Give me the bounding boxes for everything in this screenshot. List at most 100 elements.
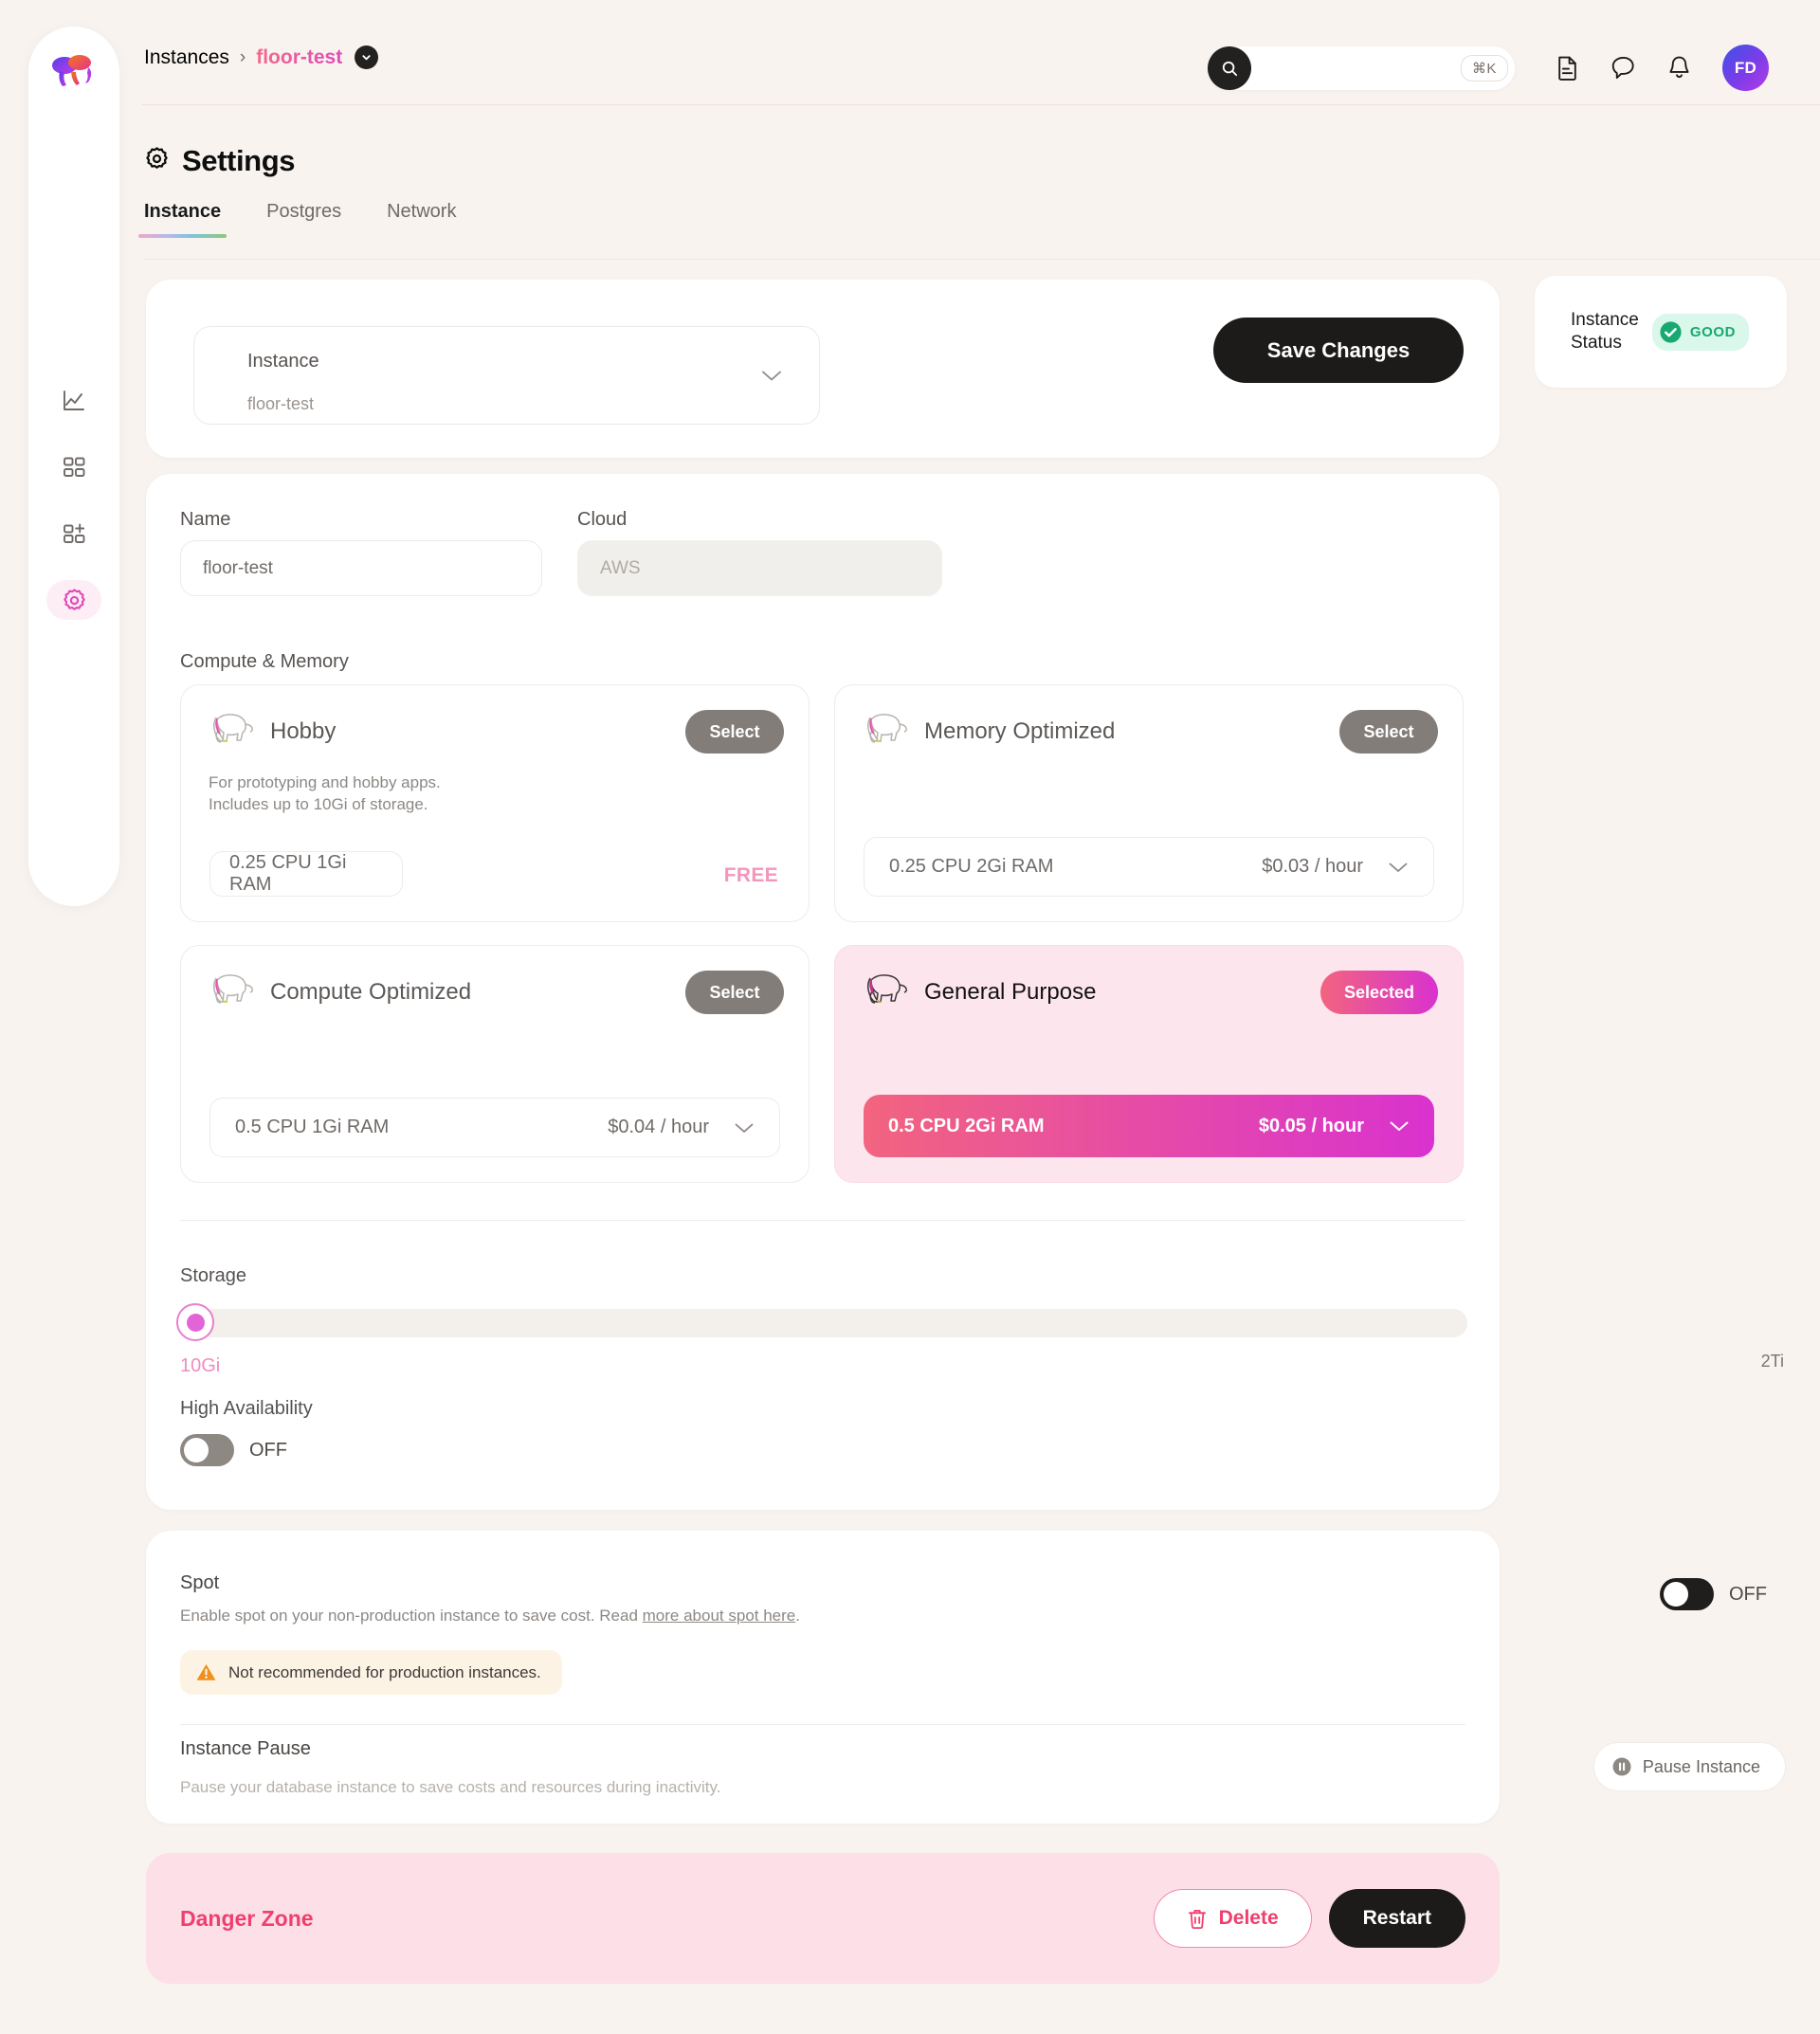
status-badge-text: GOOD (1689, 323, 1737, 340)
sidebar-item-new-instance[interactable] (46, 514, 101, 554)
sidebar (28, 27, 119, 906)
instance-status-card: Instance Status GOOD (1535, 276, 1787, 388)
storage-max-label: 2Ti (1760, 1352, 1784, 1371)
breadcrumb: Instances › floor-test (144, 45, 379, 69)
chevron-down-icon (760, 369, 783, 388)
plan-price: $0.05 / hour (1258, 1115, 1364, 1136)
spot-toggle-row: OFF (1660, 1578, 1767, 1610)
danger-zone-title: Danger Zone (180, 1905, 314, 1931)
instance-select-label: Instance (247, 351, 319, 372)
chevron-down-icon[interactable] (734, 1121, 755, 1135)
tab-postgres[interactable]: Postgres (266, 201, 341, 238)
search-box[interactable]: ⌘K (1208, 46, 1515, 90)
plan-name: General Purpose (924, 979, 1097, 1005)
chevron-down-icon[interactable] (1388, 861, 1409, 874)
page-title-text: Settings (182, 144, 296, 177)
breadcrumb-separator: › (239, 46, 246, 67)
elephant-icon (858, 969, 911, 1016)
plan-select-button[interactable]: Selected (1320, 971, 1438, 1014)
sidebar-item-analytics[interactable] (46, 381, 101, 421)
search-icon[interactable] (1208, 46, 1251, 90)
cloud-label: Cloud (577, 509, 628, 530)
delete-button[interactable]: Delete (1153, 1889, 1312, 1948)
status-badge: GOOD (1651, 313, 1750, 351)
breadcrumb-current[interactable]: floor-test (256, 46, 342, 69)
tab-network[interactable]: Network (387, 201, 456, 238)
plan-description: For prototyping and hobby apps. Includes… (209, 773, 441, 813)
chevron-down-icon[interactable] (355, 45, 379, 69)
spot-toggle-state: OFF (1729, 1583, 1767, 1605)
storage-slider-thumb[interactable] (176, 1303, 214, 1341)
plan-card-hobby[interactable]: Hobby Select For prototyping and hobby a… (180, 684, 810, 922)
instance-status-label: Instance Status (1571, 309, 1639, 353)
chat-bubble-icon[interactable] (1611, 55, 1636, 81)
spot-link[interactable]: more about spot here (643, 1607, 796, 1625)
name-field[interactable] (180, 540, 542, 596)
restart-button[interactable]: Restart (1328, 1889, 1465, 1948)
plan-price: FREE (723, 864, 778, 886)
plan-card-compute-optimized[interactable]: Compute Optimized Select 0.5 CPU 1Gi RAM… (180, 945, 810, 1183)
storage-slider-track[interactable] (182, 1309, 1467, 1337)
instance-selector-card: Instance floor-test Save Changes (146, 280, 1500, 458)
instance-settings-card: Name Cloud Compute & Memory Hobby Select… (146, 474, 1500, 1510)
plan-price: $0.03 / hour (1262, 856, 1363, 877)
plan-select-button[interactable]: Select (685, 971, 784, 1014)
elephant-logo[interactable] (49, 51, 99, 95)
delete-label: Delete (1218, 1907, 1279, 1929)
plan-select-button[interactable]: Select (1339, 710, 1438, 754)
trash-icon (1187, 1908, 1208, 1930)
bell-icon[interactable] (1666, 55, 1692, 81)
check-circle-icon (1658, 319, 1684, 345)
document-icon[interactable] (1555, 55, 1580, 81)
pause-instance-button[interactable]: Pause Instance (1592, 1742, 1786, 1791)
spot-warning-banner: Not recommended for production instances… (180, 1650, 562, 1695)
warning-triangle-icon (195, 1662, 217, 1683)
elephant-icon (204, 708, 257, 755)
spot-title: Spot (180, 1572, 220, 1593)
breadcrumb-root[interactable]: Instances (144, 46, 229, 69)
high-availability-row: OFF (180, 1434, 287, 1466)
plan-spec-text: 0.25 CPU 1Gi RAM (229, 852, 347, 895)
search-shortcut-badge: ⌘K (1461, 55, 1508, 82)
page-title: Settings (144, 144, 295, 178)
plan-spec-pill[interactable]: 0.25 CPU 1Gi RAM (209, 851, 403, 897)
tab-instance[interactable]: Instance (137, 201, 228, 238)
plan-spec-pill[interactable]: 0.5 CPU 2Gi RAM $0.05 / hour (864, 1095, 1434, 1157)
elephant-icon (204, 969, 257, 1016)
sidebar-item-instances[interactable] (46, 447, 101, 487)
instance-pause-title: Instance Pause (180, 1738, 311, 1759)
spot-toggle[interactable] (1660, 1578, 1714, 1610)
spot-warning-text: Not recommended for production instances… (228, 1662, 541, 1681)
plan-card-general-purpose[interactable]: General Purpose Selected 0.5 CPU 2Gi RAM… (834, 945, 1464, 1183)
plan-name: Compute Optimized (270, 979, 472, 1005)
search-input[interactable] (1251, 60, 1461, 77)
gear-icon (144, 146, 170, 176)
pause-instance-label: Pause Instance (1642, 1756, 1760, 1776)
header-actions: FD (1555, 45, 1769, 91)
high-availability-toggle[interactable] (180, 1434, 234, 1466)
save-changes-button[interactable]: Save Changes (1213, 318, 1464, 383)
tabs-divider (144, 259, 1820, 260)
header-divider (142, 104, 1820, 105)
chevron-down-icon[interactable] (1389, 1119, 1410, 1133)
plan-select-button[interactable]: Select (685, 710, 784, 754)
plan-card-memory-optimized[interactable]: Memory Optimized Select 0.25 CPU 2Gi RAM… (834, 684, 1464, 922)
sidebar-nav (46, 381, 101, 620)
plan-name: Memory Optimized (924, 718, 1116, 744)
spot-description: Enable spot on your non-production insta… (180, 1607, 800, 1625)
top-header: Instances › floor-test ⌘K FD (142, 0, 1820, 105)
plan-spec-text: 0.25 CPU 2Gi RAM (889, 856, 1054, 877)
instance-select-dropdown[interactable]: Instance floor-test (193, 326, 820, 425)
compute-memory-label: Compute & Memory (180, 651, 349, 672)
plan-spec-pill[interactable]: 0.5 CPU 1Gi RAM $0.04 / hour (209, 1098, 780, 1157)
avatar[interactable]: FD (1722, 45, 1769, 91)
settings-tabs: Instance Postgres Network (137, 201, 456, 238)
plan-name: Hobby (270, 718, 337, 744)
plan-spec-pill[interactable]: 0.25 CPU 2Gi RAM $0.03 / hour (864, 837, 1434, 897)
high-availability-label: High Availability (180, 1398, 313, 1419)
sidebar-item-settings[interactable] (46, 580, 101, 620)
spot-divider (180, 1724, 1465, 1725)
elephant-icon (858, 708, 911, 755)
name-label: Name (180, 509, 231, 530)
plan-spec-text: 0.5 CPU 2Gi RAM (888, 1115, 1045, 1136)
